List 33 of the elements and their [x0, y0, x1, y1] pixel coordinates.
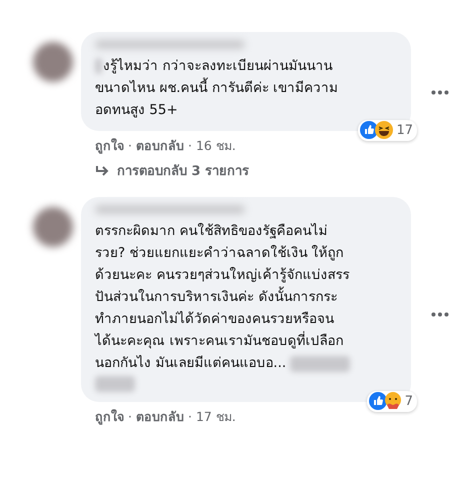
like-link[interactable]: ถูกใจ — [95, 408, 124, 427]
text-line: รวย? ช่วยแยกแยะคำว่าฉลาดใช้เงิน ให้ถูก — [95, 245, 344, 262]
avatar — [33, 207, 73, 248]
avatar — [33, 42, 73, 82]
text-line: ขนาดไหน ผช.คนนี้ การันตีค่ะ เขามีความ — [95, 80, 338, 96]
reaction-count: 17 — [396, 122, 413, 140]
separator-dot: · — [128, 137, 132, 155]
text-line: ตรรกะผิดมาก คนใช้สิทธิของรัฐคือคนไม่ — [95, 223, 328, 240]
hugging-reaction-icon — [384, 392, 402, 410]
text-line: อดทนสูง 55+ — [95, 102, 178, 118]
text-line: นอกกันไง มันเลยมีแต่คนแอบอ... — [95, 355, 286, 372]
timestamp: 17 ชม. — [196, 408, 236, 426]
text-line: ได้นะคะคุณ เพราะคนเรามันชอบดูที่เปลือก — [95, 333, 344, 350]
text-line: ทำภายนอกไม่ได้วัดค่าของคนรวยหรือจน — [95, 311, 334, 328]
text-line: ด้วยนะคะ คนรวยๆส่วนใหญ่เค้ารู้จักแบ่งสรร — [95, 267, 350, 284]
text-line: งรู้ไหมว่า กว่าจะลงทะเบียนผ่านมันนาน — [103, 58, 332, 74]
blurred-text — [95, 58, 102, 74]
view-replies-link[interactable]: การตอบกลับ 3 รายการ — [117, 162, 250, 182]
more-options-icon[interactable] — [431, 90, 449, 96]
separator-dot: · — [188, 137, 192, 155]
reply-arrow-icon — [95, 165, 109, 178]
separator-dot: · — [188, 408, 192, 426]
separator-dot: · — [128, 408, 132, 426]
reply-link[interactable]: ตอบกลับ — [136, 137, 184, 156]
like-link[interactable]: ถูกใจ — [95, 137, 124, 156]
reply-link[interactable]: ตอบกลับ — [136, 408, 184, 427]
laughing-reaction-icon — [375, 120, 394, 139]
more-options-icon[interactable] — [431, 312, 449, 318]
timestamp: 16 ชม. — [196, 137, 236, 155]
blurred-text — [95, 376, 135, 392]
blurred-text — [290, 356, 350, 372]
reaction-count: 7 — [404, 392, 413, 411]
text-line: ปันส่วนในการบริหารเงินค่ะ ดังนั้นการกระ — [95, 289, 338, 306]
